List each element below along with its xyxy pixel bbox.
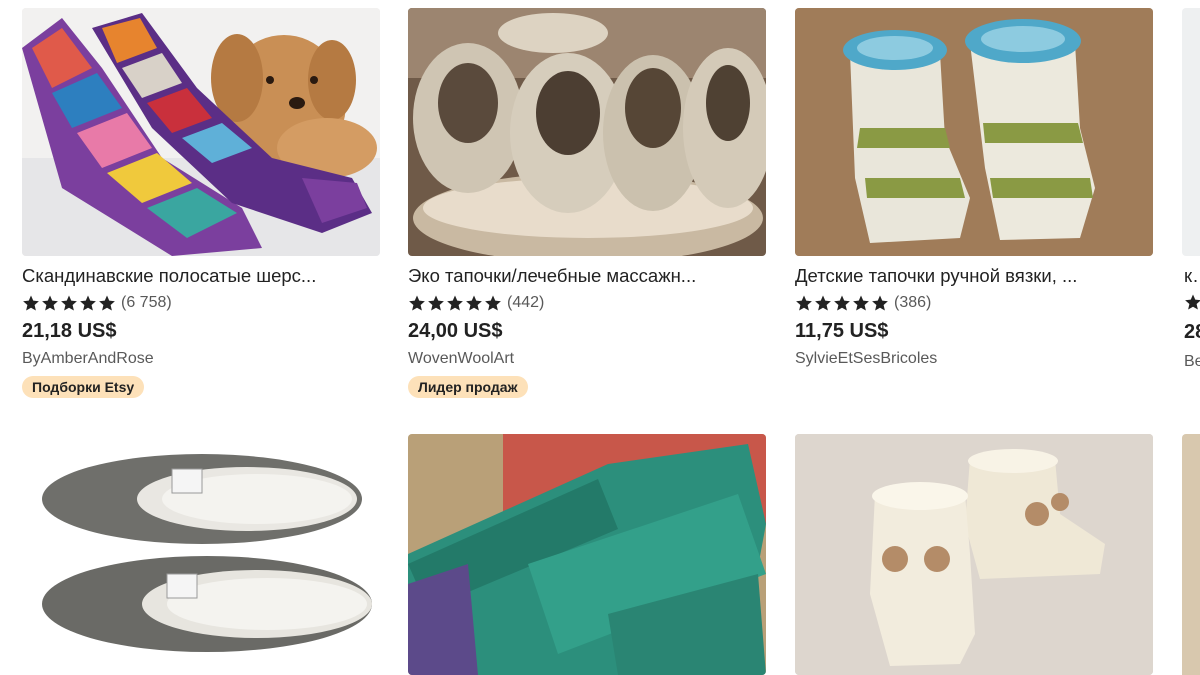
listing-price: 11,75 US$ [795,320,889,342]
listing-image[interactable] [795,434,1153,675]
partially-visible-image[interactable] [1182,434,1200,675]
listing-image[interactable] [408,434,766,675]
shop-name[interactable]: SylvieEtSesBricoles [795,349,1153,369]
star-rating [408,294,502,312]
star-icon [871,294,889,312]
listing-title[interactable]: Детские тапочки ручной вязки, ... [795,264,1147,288]
star-icon [1184,293,1200,311]
star-icon [814,294,832,312]
listing-title[interactable]: кр [1184,264,1200,288]
listing-card[interactable] [408,434,766,675]
green-knitted-socks-image [408,434,766,675]
star-icon [795,294,813,312]
colorful-wool-socks-with-dog-image [22,8,380,256]
cream-baby-booties-with-buttons-image [795,434,1153,675]
listing-image[interactable] [22,434,380,675]
listing-badge: Лидер продаж [408,376,528,398]
listing-image[interactable] [795,8,1153,256]
shop-name[interactable]: ByAmberAndRose [22,349,380,369]
star-icon [833,294,851,312]
listing-price: 21,18 US$ [22,320,117,342]
partially-visible-listing-image[interactable] [1182,8,1200,256]
listing-grid: Скандинавские полосатые шерс... (6 758) … [0,0,1200,675]
star-icon [22,294,40,312]
shop-name[interactable]: WovenWoolArt [408,349,766,369]
star-icon [408,294,426,312]
listing-card[interactable]: Эко тапочки/лечебные массажн... (442) 24… [408,8,766,398]
shop-name[interactable]: Be [1184,352,1200,372]
star-icon [484,294,502,312]
listing-rating: (6 758) [22,293,380,313]
star-icon [41,294,59,312]
woven-wool-slippers-in-basket-image [408,8,766,256]
review-count: (386) [894,294,932,311]
star-rating [22,294,116,312]
star-icon [98,294,116,312]
star-icon [446,294,464,312]
listing-price: 28 [1184,321,1200,343]
star-icon [427,294,445,312]
listing-title[interactable]: Скандинавские полосатые шерс... [22,264,374,288]
listing-rating: (442) [408,293,766,313]
listing-card[interactable]: Детские тапочки ручной вязки, ... (386) … [795,8,1153,369]
listing-rating: (386) [795,293,1153,313]
star-icon [465,294,483,312]
listing-card[interactable] [795,434,1153,675]
listing-card[interactable] [22,434,380,675]
listing-card-partial[interactable]: кр 28 Be [1182,0,1200,675]
listing-price: 24,00 US$ [408,320,503,342]
star-icon [79,294,97,312]
review-count: (442) [507,294,545,311]
listing-image[interactable] [22,8,380,256]
listing-badge: Подборки Etsy [22,376,145,398]
listing-title[interactable]: Эко тапочки/лечебные массажн... [408,264,760,288]
grey-wool-slippers-image [22,434,380,675]
star-icon [60,294,78,312]
review-count: (6 758) [121,294,172,311]
knitted-baby-booties-image [795,8,1153,256]
star-rating [795,294,889,312]
listing-card[interactable]: Скандинавские полосатые шерс... (6 758) … [22,8,380,398]
listing-image[interactable] [408,8,766,256]
star-icon [852,294,870,312]
